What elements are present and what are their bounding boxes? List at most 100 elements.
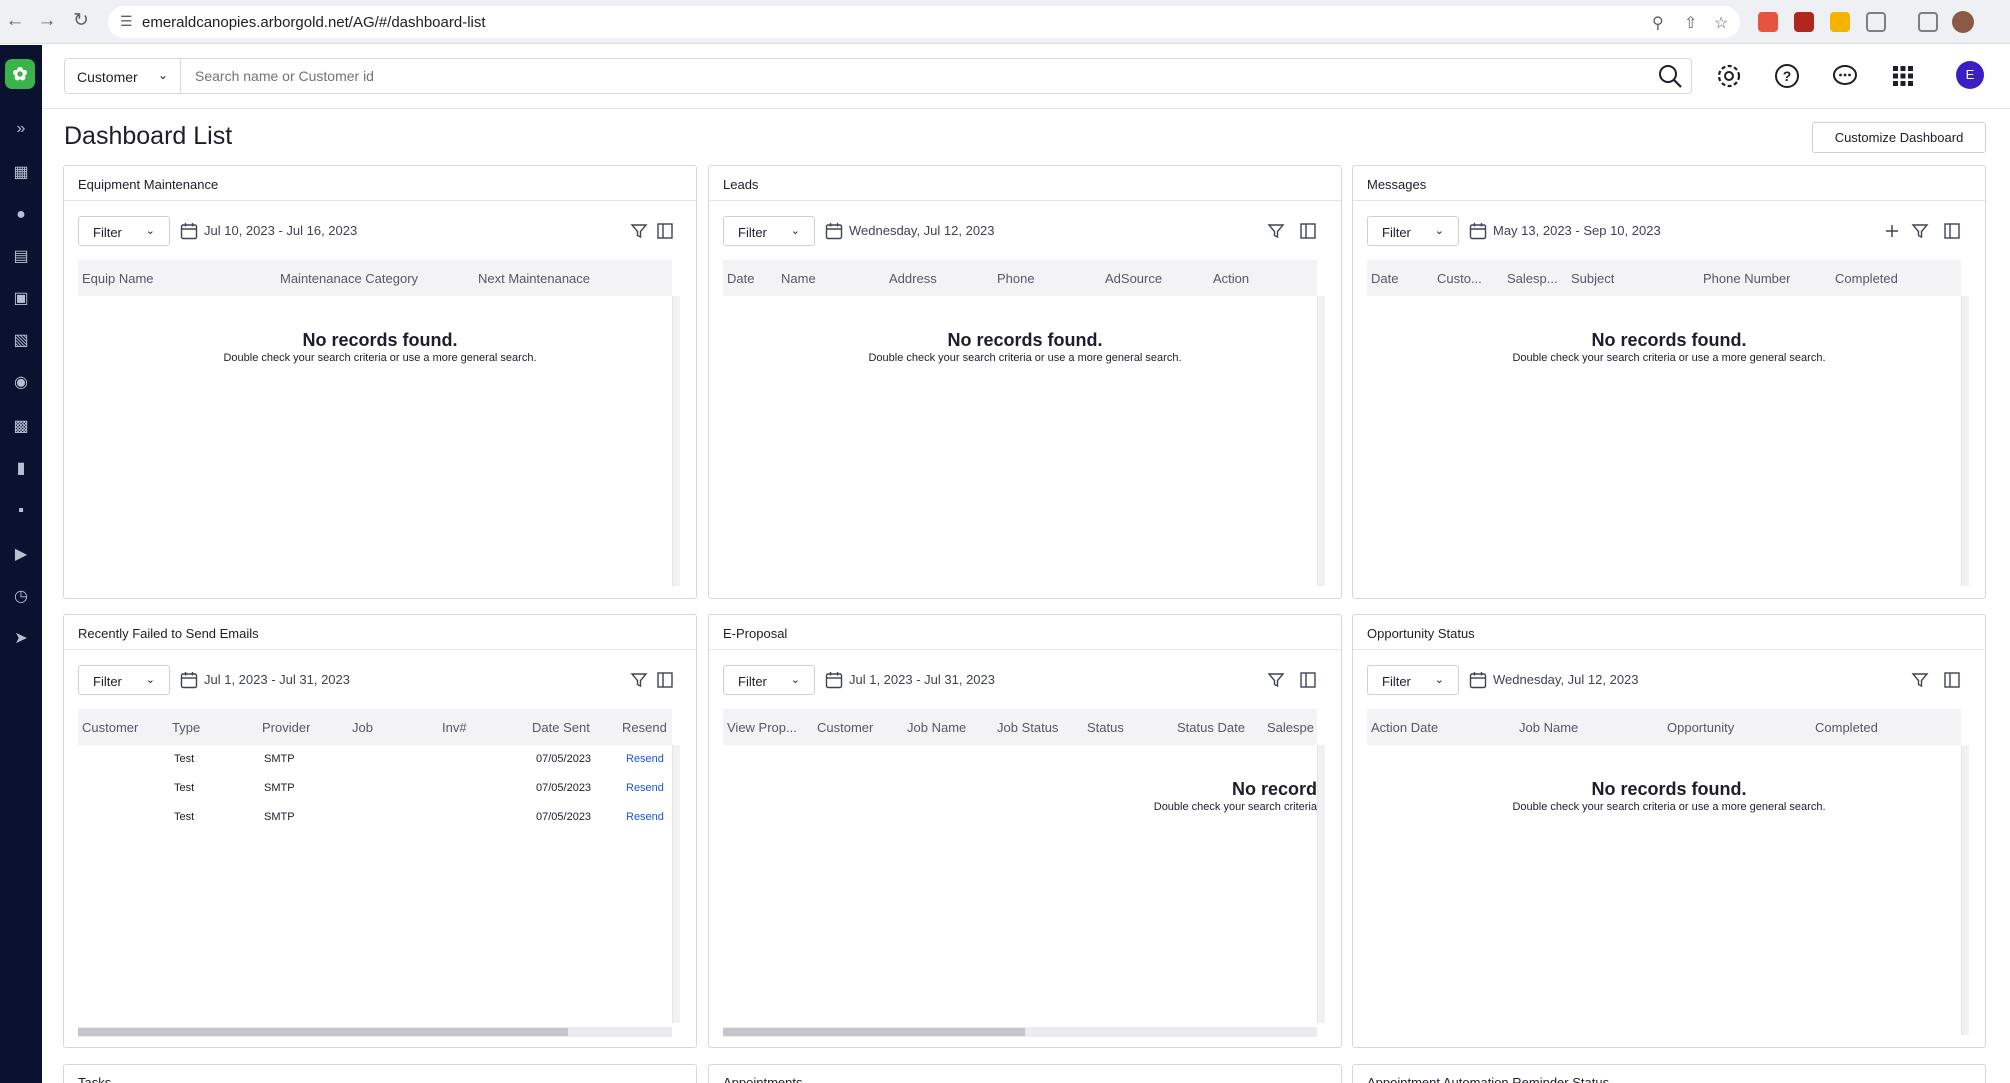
dashboard-icon[interactable]: ▦ <box>9 161 33 185</box>
calendar-icon[interactable] <box>180 671 198 689</box>
search-input[interactable] <box>195 68 1595 84</box>
documents-icon[interactable]: ▤ <box>9 245 33 269</box>
column-chooser-icon[interactable] <box>1943 222 1961 240</box>
column-header[interactable]: Status Date <box>1177 720 1245 735</box>
filter-dropdown[interactable]: Filter ⌄ <box>78 665 170 695</box>
vertical-scrollbar[interactable] <box>1317 745 1325 1023</box>
column-header[interactable]: Opportunity <box>1667 720 1734 735</box>
column-header[interactable]: Equip Name <box>82 271 154 286</box>
column-header[interactable]: Customer <box>82 720 138 735</box>
billing-icon[interactable]: ▧ <box>9 329 33 353</box>
column-header[interactable]: Job Status <box>997 720 1058 735</box>
jobs-icon[interactable]: ▣ <box>9 287 33 311</box>
resend-link[interactable]: Resend <box>626 753 664 765</box>
customize-dashboard-button[interactable]: Customize Dashboard <box>1812 122 1986 153</box>
date-range[interactable]: Jul 1, 2023 - Jul 31, 2023 <box>204 672 350 687</box>
funnel-filter-icon[interactable] <box>1267 222 1285 240</box>
funnel-filter-icon[interactable] <box>1911 671 1929 689</box>
vertical-scrollbar[interactable] <box>672 745 680 1023</box>
filter-dropdown[interactable]: Filter ⌄ <box>1367 665 1459 695</box>
filter-dropdown[interactable]: Filter ⌄ <box>1367 216 1459 246</box>
date-range[interactable]: Jul 1, 2023 - Jul 31, 2023 <box>849 672 995 687</box>
date-range[interactable]: Jul 10, 2023 - Jul 16, 2023 <box>204 223 357 238</box>
reload-icon[interactable]: ↻ <box>70 10 92 32</box>
calendar-icon[interactable] <box>825 671 843 689</box>
column-header[interactable]: Job Name <box>907 720 966 735</box>
column-chooser-icon[interactable] <box>1299 671 1317 689</box>
customers-icon[interactable]: ● <box>9 203 33 227</box>
analytics-icon[interactable]: ▮ <box>9 457 33 481</box>
calendar-icon[interactable] <box>1469 671 1487 689</box>
payments-icon[interactable]: ◉ <box>9 371 33 395</box>
column-header[interactable]: Inv# <box>442 720 467 735</box>
column-header[interactable]: Provider <box>262 720 310 735</box>
column-header[interactable]: Completed <box>1835 271 1898 286</box>
column-header[interactable]: Subject <box>1571 271 1614 286</box>
chat-icon[interactable] <box>1828 59 1862 93</box>
site-info-icon[interactable]: ☰ <box>120 13 133 30</box>
filter-dropdown[interactable]: Filter ⌄ <box>723 216 815 246</box>
zoom-icon[interactable]: ⚲ <box>1652 13 1664 33</box>
column-header[interactable]: Job <box>352 720 373 735</box>
search-type-select[interactable]: Customer ⌄ <box>64 58 180 94</box>
resend-link[interactable]: Resend <box>626 782 664 794</box>
settings-gear-icon[interactable] <box>1712 59 1746 93</box>
filter-dropdown[interactable]: Filter ⌄ <box>723 665 815 695</box>
column-header[interactable]: Status <box>1087 720 1124 735</box>
app-grid-icon[interactable] <box>1886 59 1920 93</box>
column-header[interactable]: Phone <box>997 271 1035 286</box>
column-header[interactable]: Resend <box>622 720 667 735</box>
column-header[interactable]: Action <box>1213 271 1249 286</box>
column-header[interactable]: Maintenanace Category <box>280 271 418 286</box>
column-header[interactable]: Salesp... <box>1507 271 1558 286</box>
filter-dropdown[interactable]: Filter ⌄ <box>78 216 170 246</box>
column-header[interactable]: Job Name <box>1519 720 1578 735</box>
side-panel-icon[interactable] <box>1918 12 1938 32</box>
send-icon[interactable]: ➤ <box>9 627 33 651</box>
calendar-icon[interactable] <box>180 222 198 240</box>
app-logo-icon[interactable]: ✿ <box>5 59 35 89</box>
column-chooser-icon[interactable] <box>656 222 674 240</box>
column-header[interactable]: Type <box>172 720 200 735</box>
column-header[interactable]: Custo... <box>1437 271 1482 286</box>
share-icon[interactable]: ⇧ <box>1684 13 1697 33</box>
user-avatar[interactable]: E <box>1956 61 1984 89</box>
column-chooser-icon[interactable] <box>1943 671 1961 689</box>
date-range[interactable]: May 13, 2023 - Sep 10, 2023 <box>1493 223 1661 238</box>
scrollbar-thumb[interactable] <box>723 1028 1025 1036</box>
column-header[interactable]: Name <box>781 271 816 286</box>
extensions-puzzle-icon[interactable] <box>1866 12 1886 32</box>
address-bar[interactable]: ☰ emeraldcanopies.arborgold.net/AG/#/das… <box>108 6 1740 38</box>
funnel-filter-icon[interactable] <box>630 222 648 240</box>
date-range[interactable]: Wednesday, Jul 12, 2023 <box>849 223 995 238</box>
column-header[interactable]: View Prop... <box>727 720 807 735</box>
column-header[interactable]: Date <box>1371 271 1398 286</box>
url-text[interactable]: emeraldcanopies.arborgold.net/AG/#/dashb… <box>142 14 486 31</box>
horizontal-scrollbar[interactable] <box>723 1027 1317 1037</box>
column-header[interactable]: Completed <box>1815 720 1878 735</box>
calendar-icon[interactable] <box>825 222 843 240</box>
add-icon[interactable] <box>1883 222 1901 240</box>
extension-icon[interactable] <box>1758 12 1778 32</box>
column-chooser-icon[interactable] <box>1299 222 1317 240</box>
extension-shield-icon[interactable] <box>1794 12 1814 32</box>
forward-icon[interactable]: → <box>36 10 58 32</box>
column-header[interactable]: Salespe <box>1267 720 1317 735</box>
scrollbar-thumb[interactable] <box>78 1028 568 1036</box>
search-icon[interactable] <box>1657 63 1683 89</box>
column-chooser-icon[interactable] <box>656 671 674 689</box>
date-range[interactable]: Wednesday, Jul 12, 2023 <box>1493 672 1639 687</box>
expand-nav-icon[interactable]: » <box>9 117 33 141</box>
funnel-filter-icon[interactable] <box>1911 222 1929 240</box>
column-header[interactable]: Date <box>727 271 754 286</box>
column-header[interactable]: Address <box>889 271 937 286</box>
browser-profile-avatar[interactable] <box>1952 11 1974 33</box>
column-header[interactable]: Next Maintenanace <box>478 271 590 286</box>
back-icon[interactable]: ← <box>4 10 26 32</box>
bookmark-star-icon[interactable]: ☆ <box>1714 13 1728 33</box>
column-header[interactable]: Phone Number <box>1703 271 1790 286</box>
column-header[interactable]: Action Date <box>1371 720 1438 735</box>
funnel-filter-icon[interactable] <box>1267 671 1285 689</box>
extension-note-icon[interactable] <box>1830 12 1850 32</box>
column-header[interactable]: Date Sent <box>532 720 590 735</box>
